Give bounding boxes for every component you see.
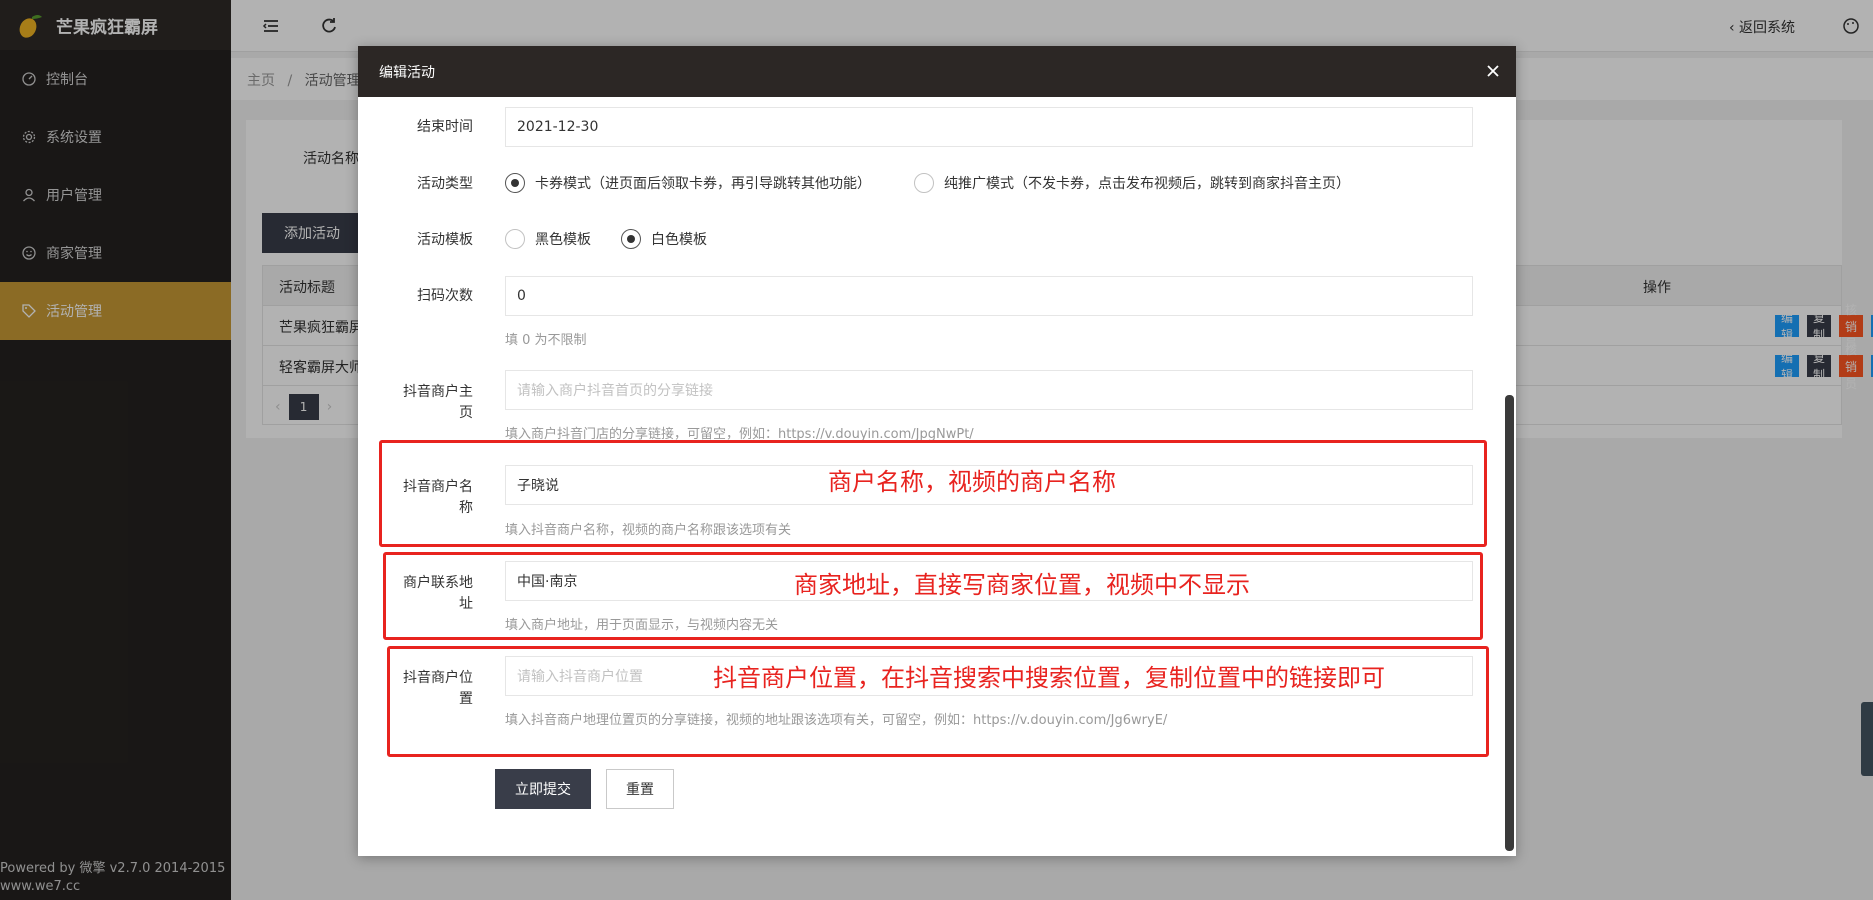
label-line: 址 — [459, 596, 473, 612]
douyin-location-hint: 填入抖音商户地理位置页的分享链接，视频的地址跟该选项有关，可留空，例如：http… — [505, 713, 1168, 728]
radio-label: 卡券模式（进页面后领取卡券，再引导跳转其他功能） — [535, 176, 871, 192]
modal-body: 结束时间 2021-12-30 活动类型 卡券模式（进页面后领取卡券，再引导跳转… — [358, 97, 1516, 856]
address-hint: 填入商户地址，用于页面显示，与视频内容无关 — [505, 618, 779, 633]
reset-button[interactable]: 重置 — [606, 769, 674, 809]
close-icon[interactable] — [1484, 62, 1502, 80]
modal-scrollbar[interactable] — [1505, 395, 1514, 851]
radio-checked-icon — [621, 229, 641, 249]
scan-count-label: 扫码次数 — [417, 288, 473, 304]
label-line: 商户联系地 — [403, 575, 473, 591]
radio-label: 白色模板 — [651, 232, 707, 248]
label-line: 抖音商户名 — [403, 479, 473, 495]
douyin-name-label: 抖音商户名 称 — [358, 477, 473, 519]
address-label: 商户联系地 址 — [358, 573, 473, 615]
activity-type-card-radio[interactable]: 卡券模式（进页面后领取卡券，再引导跳转其他功能） — [505, 173, 871, 193]
douyin-location-label: 抖音商户位 置 — [358, 668, 473, 710]
scan-count-input[interactable]: 0 — [505, 276, 1473, 316]
radio-unchecked-icon — [505, 229, 525, 249]
radio-label: 纯推广模式（不发卡券，点击发布视频后，跳转到商家抖音主页） — [944, 176, 1350, 192]
douyin-name-hint: 填入抖音商户名称，视频的商户名称跟该选项有关 — [505, 523, 792, 538]
annotation-note: 商户名称，视频的商户名称 — [828, 468, 1116, 496]
douyin-home-input[interactable]: 请输入商户抖音首页的分享链接 — [505, 370, 1473, 410]
scan-count-hint: 填 0 为不限制 — [505, 333, 587, 348]
annotation-note: 抖音商户位置，在抖音搜索中搜索位置，复制位置中的链接即可 — [713, 664, 1385, 692]
modal-header: 编辑活动 — [358, 46, 1516, 97]
end-time-label: 结束时间 — [417, 119, 473, 135]
radio-label: 黑色模板 — [535, 232, 591, 248]
douyin-home-label: 抖音商户主 页 — [358, 382, 473, 424]
template-black-radio[interactable]: 黑色模板 — [505, 229, 591, 249]
submit-button[interactable]: 立即提交 — [495, 769, 591, 809]
end-time-input[interactable]: 2021-12-30 — [505, 107, 1473, 147]
modal-title: 编辑活动 — [379, 64, 435, 81]
template-white-radio[interactable]: 白色模板 — [621, 229, 707, 249]
label-line: 抖音商户位 — [403, 670, 473, 686]
edit-activity-modal: 编辑活动 结束时间 2021-12-30 活动类型 卡券模式（进页面后领取卡券，… — [358, 46, 1516, 856]
radio-unchecked-icon — [914, 173, 934, 193]
side-widget-handle[interactable] — [1861, 702, 1873, 776]
activity-type-label: 活动类型 — [417, 176, 473, 192]
label-line: 称 — [459, 500, 473, 516]
activity-type-promo-radio[interactable]: 纯推广模式（不发卡券，点击发布视频后，跳转到商家抖音主页） — [914, 173, 1350, 193]
radio-checked-icon — [505, 173, 525, 193]
annotation-note: 商家地址，直接写商家位置，视频中不显示 — [794, 571, 1250, 599]
label-line: 页 — [459, 405, 473, 421]
template-label: 活动模板 — [417, 232, 473, 248]
label-line: 置 — [459, 691, 473, 707]
label-line: 抖音商户主 — [403, 384, 473, 400]
